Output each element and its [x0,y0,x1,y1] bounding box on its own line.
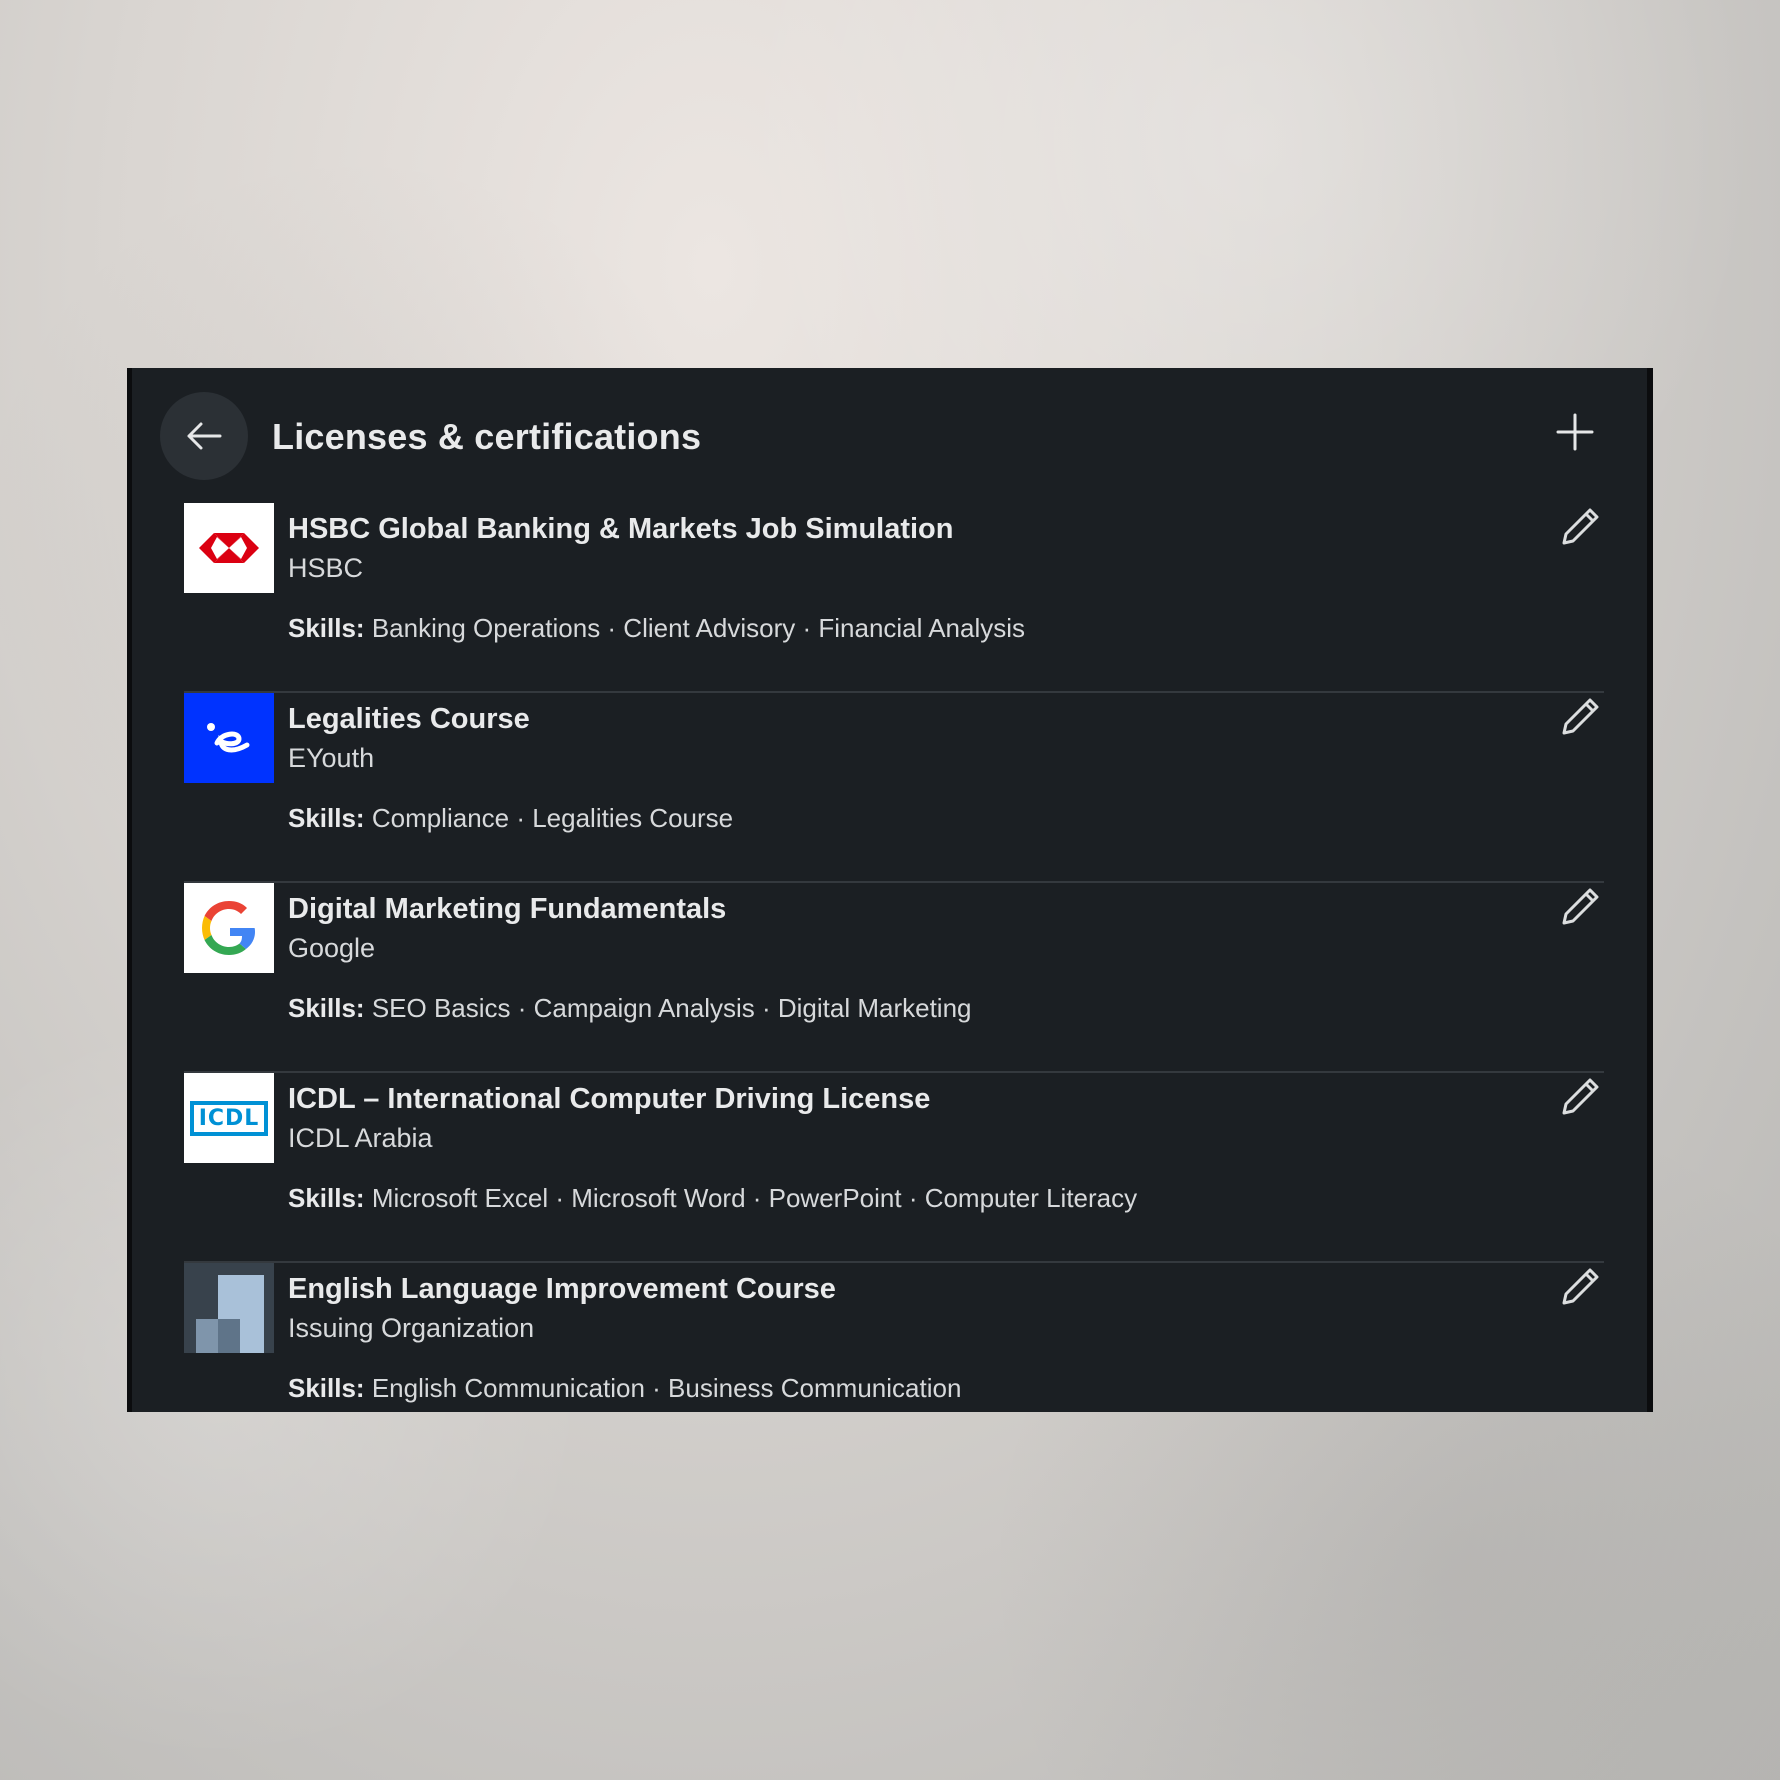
eyouth-logo [184,693,274,783]
skills-label: Skills: [288,993,365,1023]
skills-list: Microsoft Excel · Microsoft Word · Power… [371,1183,1138,1213]
certification-issuer: Google [288,933,376,963]
certification-skills: Skills: SEO Basics · Campaign Analysis ·… [288,993,972,1024]
hsbc-logo [184,503,274,593]
pencil-icon [1562,1268,1599,1305]
certifications-list: HSBC Global Banking & Markets Job Simula… [184,503,1604,1451]
certification-item: ICDL ICDL – International Computer Drivi… [184,1073,1604,1263]
pencil-icon [1562,1078,1599,1115]
panel-header: Licenses & certifications [132,368,1647,498]
certification-skills: Skills: English Communication · Business… [288,1373,961,1404]
certification-issuer: ICDL Arabia [288,1123,433,1153]
plus-icon [1556,413,1594,451]
icdl-logo-text: ICDL [198,1105,260,1131]
certification-issuer: EYouth [288,743,375,773]
google-logo [184,883,274,973]
hsbc-hexagon-icon [199,533,259,563]
edit-button[interactable] [1558,1263,1604,1309]
skills-list: SEO Basics · Campaign Analysis · Digital… [371,993,972,1023]
certification-skills: Skills: Compliance · Legalities Course [288,803,733,834]
certification-title: ICDL – International Computer Driving Li… [288,1083,931,1115]
certification-item: Legalities Course EYouth Skills: Complia… [184,693,1604,883]
placeholder-organization-logo [184,1263,274,1353]
certification-title: English Language Improvement Course [288,1273,836,1305]
certification-item: English Language Improvement Course Issu… [184,1263,1604,1451]
certification-item: Digital Marketing Fundamentals Google Sk… [184,883,1604,1073]
certification-title: Legalities Course [288,703,530,735]
certification-skills: Skills: Banking Operations · Client Advi… [288,613,1025,644]
licenses-certifications-panel: Licenses & certifications HSBC Global Ba… [127,368,1653,1412]
skills-list: English Communication · Business Communi… [371,1373,962,1403]
google-g-icon [202,901,255,955]
pencil-icon [1562,698,1599,735]
pencil-icon [1562,508,1599,545]
certification-title: HSBC Global Banking & Markets Job Simula… [288,513,954,545]
edit-button[interactable] [1558,1073,1604,1119]
skills-label: Skills: [288,803,365,833]
skills-label: Skills: [288,1183,365,1213]
skills-list: Banking Operations · Client Advisory · F… [371,613,1026,643]
pencil-icon [1562,888,1599,925]
certification-skills: Skills: Microsoft Excel · Microsoft Word… [288,1183,1137,1214]
eyouth-e-icon [207,723,250,753]
back-button[interactable] [160,392,248,480]
page-title: Licenses & certifications [272,416,702,457]
certification-item: HSBC Global Banking & Markets Job Simula… [184,503,1604,693]
edit-button[interactable] [1558,883,1604,929]
edit-button[interactable] [1558,693,1604,739]
skills-label: Skills: [288,1373,365,1403]
certification-title: Digital Marketing Fundamentals [288,893,727,925]
building-placeholder-icon [184,1263,274,1353]
icdl-logo-box: ICDL [189,1100,269,1136]
skills-list: Compliance · Legalities Course [371,803,734,833]
icdl-logo: ICDL [184,1073,274,1163]
skills-label: Skills: [288,613,365,643]
edit-button[interactable] [1558,503,1604,549]
certification-issuer: HSBC [288,553,364,583]
arrow-left-icon [187,422,222,450]
add-certification-button[interactable] [1553,410,1597,454]
certification-issuer: Issuing Organization [288,1313,535,1343]
